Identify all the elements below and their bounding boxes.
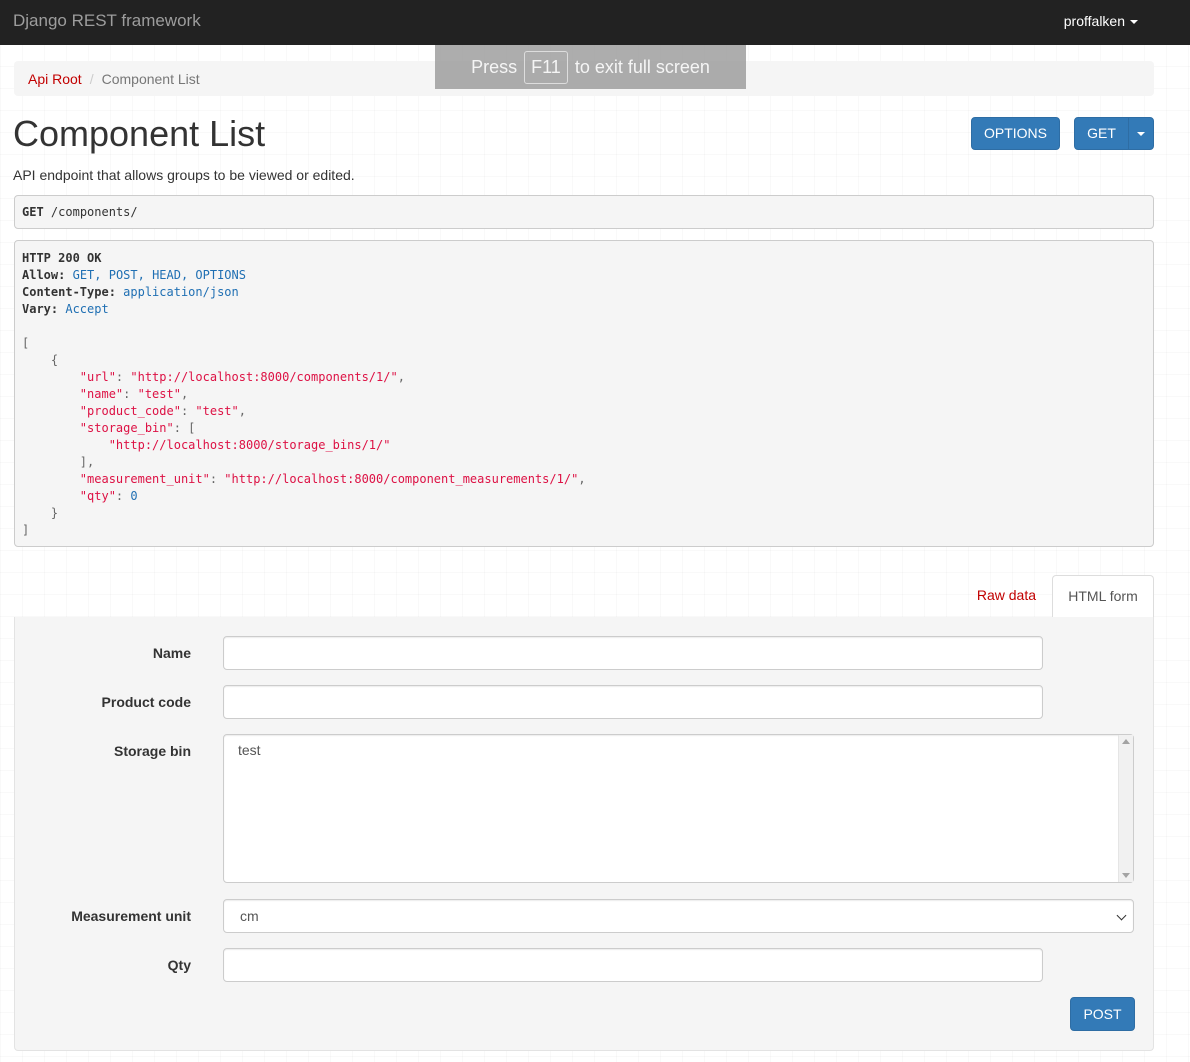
html-form: Name Product code Storage bin test Measu… (14, 617, 1154, 1051)
breadcrumb-current: Component List (101, 71, 200, 87)
json-value: "test" (137, 387, 181, 401)
json-value: "http://localhost:8000/storage_bins/1/" (108, 438, 391, 452)
storage-bin-label: Storage bin (113, 743, 191, 759)
json-value: 0 (130, 489, 138, 503)
user-menu[interactable]: proffalken (1064, 13, 1138, 29)
header-value: GET, POST, HEAD, OPTIONS (72, 268, 246, 282)
json-key: "qty" (79, 489, 116, 503)
header-name: Vary: (22, 302, 59, 316)
tab-raw-data[interactable]: Raw data (961, 575, 1052, 617)
get-button[interactable]: GET (1074, 117, 1129, 150)
user-name: proffalken (1063, 13, 1125, 29)
post-button[interactable]: POST (1070, 997, 1135, 1031)
fullscreen-exit-toast: Press F11 to exit full screen (435, 45, 746, 89)
navbar: Django REST framework proffalken (0, 0, 1190, 45)
toast-key: F11 (524, 50, 568, 84)
page-description: API endpoint that allows groups to be vi… (13, 167, 355, 183)
measurement-unit-value: cm (240, 908, 259, 924)
qty-input[interactable] (223, 948, 1043, 982)
brand-link[interactable]: Django REST framework (13, 11, 201, 31)
json-key: "measurement_unit" (79, 472, 210, 486)
measurement-unit-label: Measurement unit (71, 908, 191, 924)
name-input[interactable] (223, 636, 1043, 670)
request-method: GET (22, 205, 44, 219)
options-button[interactable]: OPTIONS (971, 117, 1060, 150)
qty-label: Qty (167, 957, 191, 973)
response-status: HTTP 200 OK (22, 251, 102, 265)
breadcrumb-separator: / (89, 71, 94, 87)
page-title: Component List (13, 113, 266, 154)
scroll-down-icon[interactable] (1122, 873, 1130, 878)
toast-press-text: Press (471, 56, 518, 77)
header-value: application/json (123, 285, 239, 299)
content-tabs: Raw data HTML form (14, 575, 1154, 618)
measurement-unit-select[interactable]: cm (223, 899, 1134, 933)
header-name: Content-Type: (22, 285, 116, 299)
json-value: "http://localhost:8000/components/1/" (130, 370, 398, 384)
request-info: GET /components/ (14, 195, 1154, 229)
product-code-input[interactable] (223, 685, 1043, 719)
scroll-up-icon[interactable] (1122, 739, 1130, 744)
json-key: "name" (79, 387, 124, 401)
product-code-label: Product code (101, 694, 191, 710)
json-key: "storage_bin" (79, 421, 174, 435)
tab-html-form[interactable]: HTML form (1052, 575, 1154, 618)
chevron-down-icon (1116, 910, 1127, 921)
storage-bin-scrollbar[interactable] (1118, 735, 1133, 882)
response-info: HTTP 200 OK Allow: GET, POST, HEAD, OPTI… (14, 240, 1154, 547)
header-name: Allow: (22, 268, 66, 282)
header-value: Accept (65, 302, 109, 316)
json-value: "test" (195, 404, 239, 418)
caret-down-icon (1130, 20, 1138, 25)
request-path: /components/ (50, 205, 138, 219)
caret-down-icon (1137, 132, 1145, 137)
json-value: "http://localhost:8000/component_measure… (224, 472, 579, 486)
storage-bin-select[interactable]: test (223, 734, 1134, 883)
storage-bin-option[interactable]: test (238, 742, 261, 758)
name-label: Name (152, 645, 191, 661)
get-format-dropdown-button[interactable] (1128, 117, 1154, 150)
json-key: "product_code" (79, 404, 181, 418)
json-key: "url" (79, 370, 116, 384)
breadcrumb-api-root[interactable]: Api Root (28, 71, 82, 87)
toast-rest-text: to exit full screen (574, 56, 710, 77)
